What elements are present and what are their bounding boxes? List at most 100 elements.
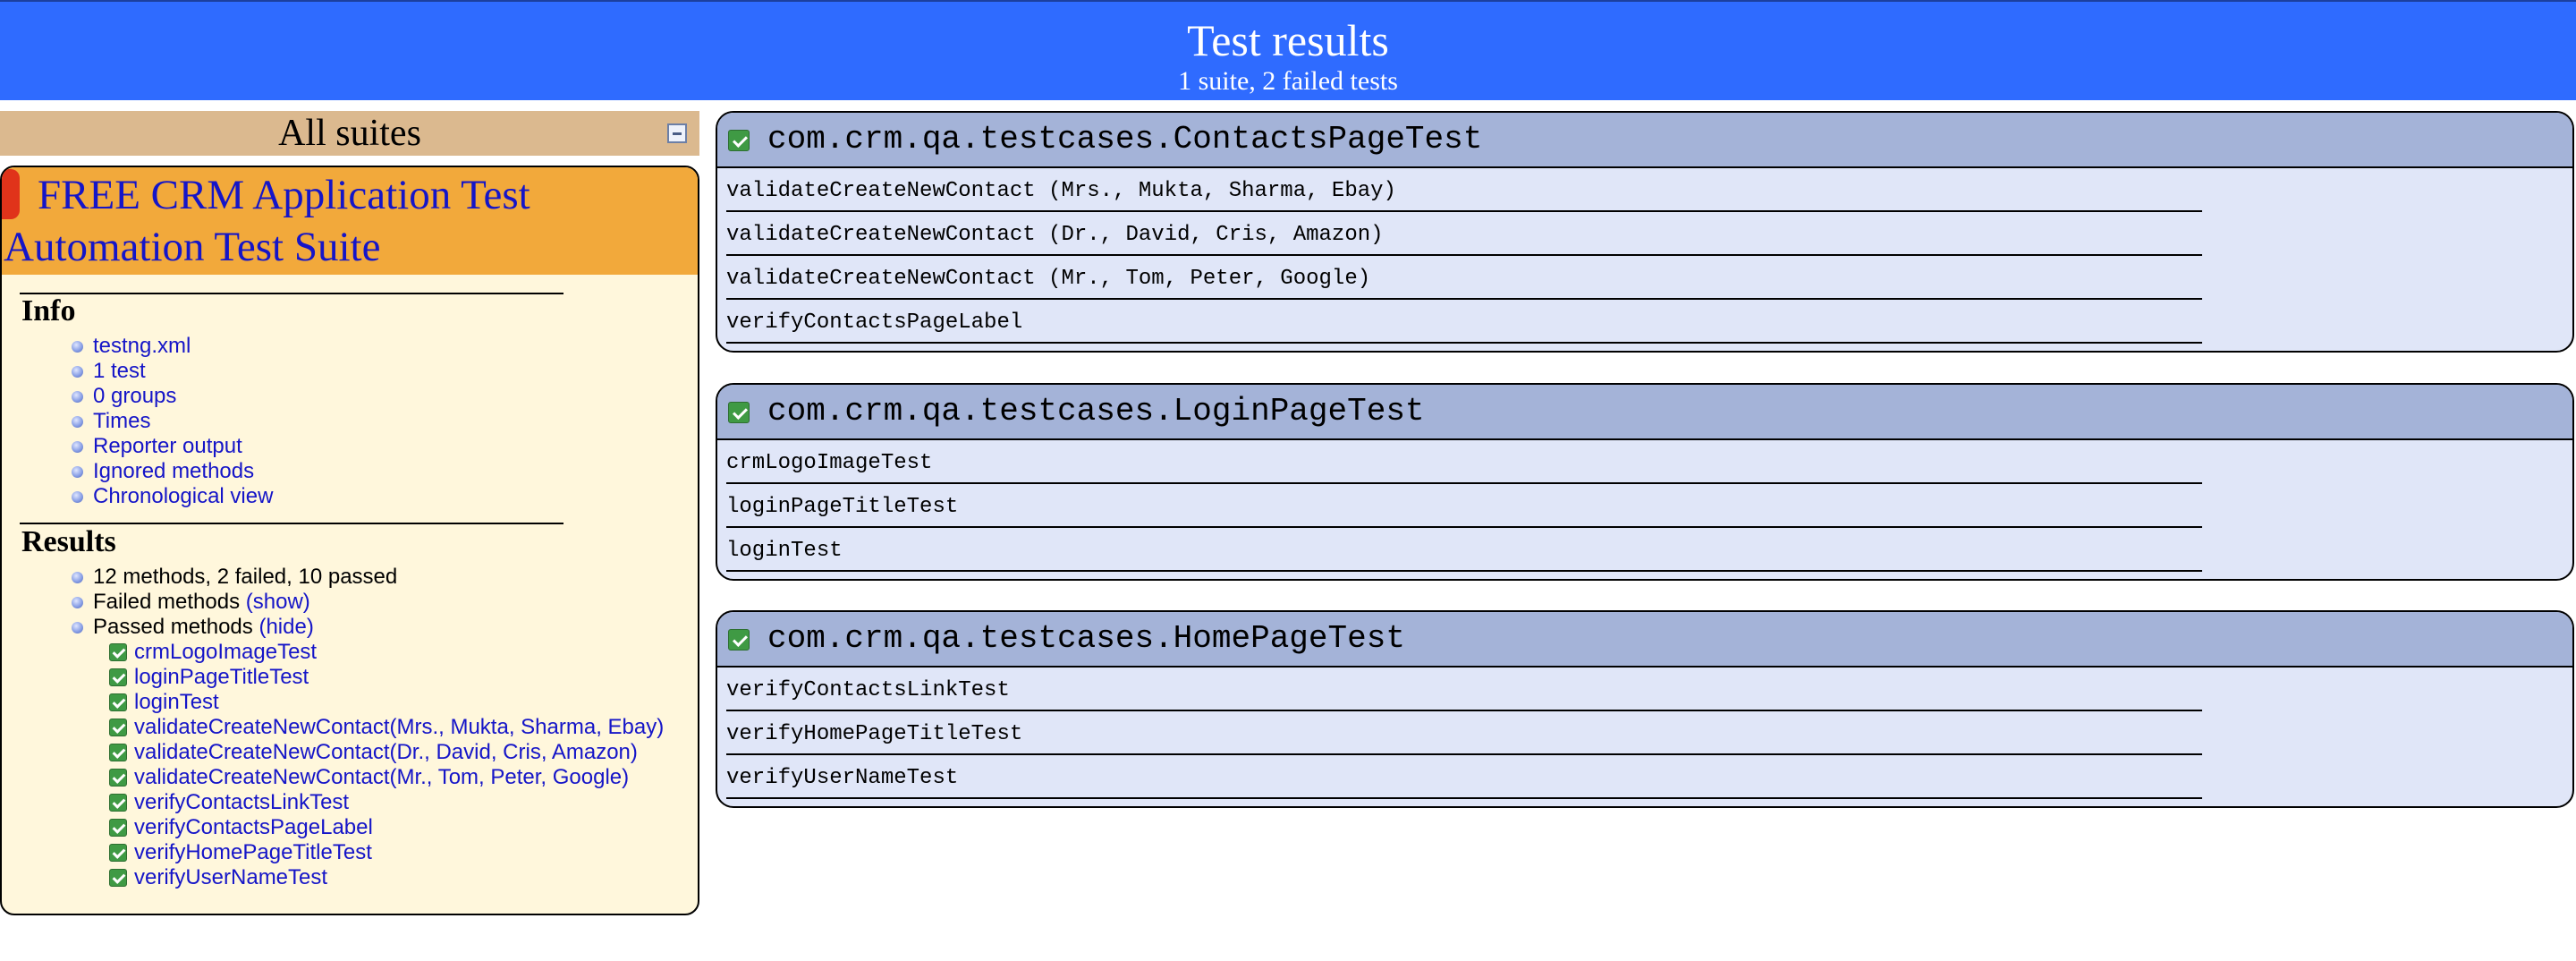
passed-method-item: loginTest xyxy=(109,690,698,715)
info-divider xyxy=(20,293,564,294)
passed-method-link[interactable]: crmLogoImageTest xyxy=(134,640,317,664)
failed-methods-show-link[interactable]: (show) xyxy=(246,590,310,614)
method-row: verifyHomePageTitleTest xyxy=(717,711,2572,755)
method-name: verifyContactsLinkTest xyxy=(726,678,1010,702)
bullet-icon xyxy=(72,572,83,583)
check-icon xyxy=(109,869,127,887)
collapse-icon[interactable] xyxy=(667,123,687,143)
suite-name-line1: FREE CRM Application Test xyxy=(38,172,530,218)
bullet-icon xyxy=(72,341,83,353)
passed-method-link[interactable]: loginTest xyxy=(134,690,219,714)
bullet-icon xyxy=(72,391,83,403)
passed-method-item: validateCreateNewContact(Mr., Tom, Peter… xyxy=(109,765,698,790)
passed-methods-hide-link[interactable]: (hide) xyxy=(258,615,313,639)
failed-methods-label: Failed methods xyxy=(93,590,241,614)
passed-method-link[interactable]: verifyContactsPageLabel xyxy=(134,815,373,839)
passed-method-item: verifyHomePageTitleTest xyxy=(109,840,698,865)
passed-methods-label: Passed methods xyxy=(93,615,253,639)
check-icon xyxy=(728,402,750,423)
passed-method-link[interactable]: validateCreateNewContact(Dr., David, Cri… xyxy=(134,740,638,764)
class-header: com.crm.qa.testcases.LoginPageTest xyxy=(717,385,2572,440)
method-name: validateCreateNewContact (Dr., David, Cr… xyxy=(726,223,1384,247)
method-divider xyxy=(726,342,2202,344)
method-row: validateCreateNewContact (Dr., David, Cr… xyxy=(717,212,2572,256)
method-name: validateCreateNewContact (Mr., Tom, Pete… xyxy=(726,267,1371,291)
passed-method-item: verifyContactsLinkTest xyxy=(109,790,698,815)
method-name: verifyHomePageTitleTest xyxy=(726,722,1023,746)
info-link[interactable]: Reporter output xyxy=(93,434,242,459)
method-row: validateCreateNewContact (Mrs., Mukta, S… xyxy=(717,168,2572,212)
suite-header[interactable]: FREE CRM Application Test Automation Tes… xyxy=(2,167,698,275)
passed-methods-list: crmLogoImageTest loginPageTitleTest loginT… xyxy=(109,640,698,890)
check-icon xyxy=(728,130,750,151)
passed-method-link[interactable]: validateCreateNewContact(Mr., Tom, Peter… xyxy=(134,765,629,789)
class-name: com.crm.qa.testcases.ContactsPageTest xyxy=(767,121,1483,157)
bullet-icon xyxy=(72,466,83,478)
passed-method-link[interactable]: loginPageTitleTest xyxy=(134,665,309,689)
class-name: com.crm.qa.testcases.LoginPageTest xyxy=(767,393,1425,429)
check-icon xyxy=(109,769,127,787)
method-name: loginPageTitleTest xyxy=(726,495,959,519)
method-name: verifyUserNameTest xyxy=(726,766,959,790)
page-title: Test results xyxy=(1187,15,1389,65)
bullet-icon xyxy=(72,366,83,378)
passed-method-link[interactable]: validateCreateNewContact(Mrs., Mukta, Sh… xyxy=(134,715,664,739)
passed-method-link[interactable]: verifyContactsLinkTest xyxy=(134,790,349,814)
check-icon xyxy=(109,794,127,812)
passed-method-item: verifyUserNameTest xyxy=(109,865,698,890)
failed-marker-icon xyxy=(2,169,20,219)
suite-name-line2: Automation Test Suite xyxy=(4,224,381,270)
passed-method-link[interactable]: verifyHomePageTitleTest xyxy=(134,840,372,864)
suite-name[interactable]: FREE CRM Application Test Automation Tes… xyxy=(4,169,698,273)
class-panel: com.crm.qa.testcases.HomePageTest verifyC… xyxy=(716,610,2574,808)
check-icon xyxy=(109,719,127,736)
check-icon xyxy=(109,643,127,661)
results-title: Results xyxy=(21,525,116,558)
passed-method-item: validateCreateNewContact(Mrs., Mukta, Sh… xyxy=(109,715,698,740)
check-icon xyxy=(109,668,127,686)
report-header: Test results 1 suite, 2 failed tests xyxy=(0,0,2576,100)
info-link[interactable]: Times xyxy=(93,409,150,434)
info-link[interactable]: Ignored methods xyxy=(93,459,254,484)
page-subtitle: 1 suite, 2 failed tests xyxy=(1178,66,1398,96)
bullet-icon xyxy=(72,597,83,608)
info-link[interactable]: Chronological view xyxy=(93,484,273,509)
bullet-icon xyxy=(72,491,83,503)
method-row: verifyContactsLinkTest xyxy=(717,668,2572,711)
bullet-icon xyxy=(72,416,83,428)
method-row: verifyUserNameTest xyxy=(717,755,2572,799)
info-link[interactable]: 0 groups xyxy=(93,384,176,409)
results-divider xyxy=(20,523,564,524)
bullet-icon xyxy=(72,441,83,453)
check-icon xyxy=(728,629,750,651)
method-row: validateCreateNewContact (Mr., Tom, Pete… xyxy=(717,256,2572,300)
info-link[interactable]: testng.xml xyxy=(93,334,191,359)
info-title: Info xyxy=(21,294,76,327)
class-header: com.crm.qa.testcases.HomePageTest xyxy=(717,612,2572,668)
results-summary: 12 methods, 2 failed, 10 passed xyxy=(93,565,398,589)
class-header: com.crm.qa.testcases.ContactsPageTest xyxy=(717,113,2572,168)
check-icon xyxy=(109,744,127,761)
passed-method-item: validateCreateNewContact(Dr., David, Cri… xyxy=(109,740,698,765)
check-icon xyxy=(109,844,127,862)
check-icon xyxy=(109,819,127,837)
all-suites-bar: All suites xyxy=(0,111,699,156)
bullet-icon xyxy=(72,622,83,634)
passed-method-item: crmLogoImageTest xyxy=(109,640,698,665)
method-divider xyxy=(726,797,2202,799)
method-divider xyxy=(726,570,2202,572)
class-panel: com.crm.qa.testcases.LoginPageTest crmLog… xyxy=(716,383,2574,581)
class-panel: com.crm.qa.testcases.ContactsPageTest val… xyxy=(716,111,2574,353)
method-row: crmLogoImageTest xyxy=(717,440,2572,484)
method-row: loginPageTitleTest xyxy=(717,484,2572,528)
passed-method-item: loginPageTitleTest xyxy=(109,665,698,690)
method-name: crmLogoImageTest xyxy=(726,451,933,475)
info-link[interactable]: 1 test xyxy=(93,359,146,384)
passed-method-item: verifyContactsPageLabel xyxy=(109,815,698,840)
suite-panel: FREE CRM Application Test Automation Tes… xyxy=(0,166,699,915)
all-suites-label: All suites xyxy=(278,113,421,154)
method-name: validateCreateNewContact (Mrs., Mukta, S… xyxy=(726,179,1396,203)
method-name: loginTest xyxy=(726,539,843,563)
passed-method-link[interactable]: verifyUserNameTest xyxy=(134,865,327,889)
class-name: com.crm.qa.testcases.HomePageTest xyxy=(767,620,1405,657)
